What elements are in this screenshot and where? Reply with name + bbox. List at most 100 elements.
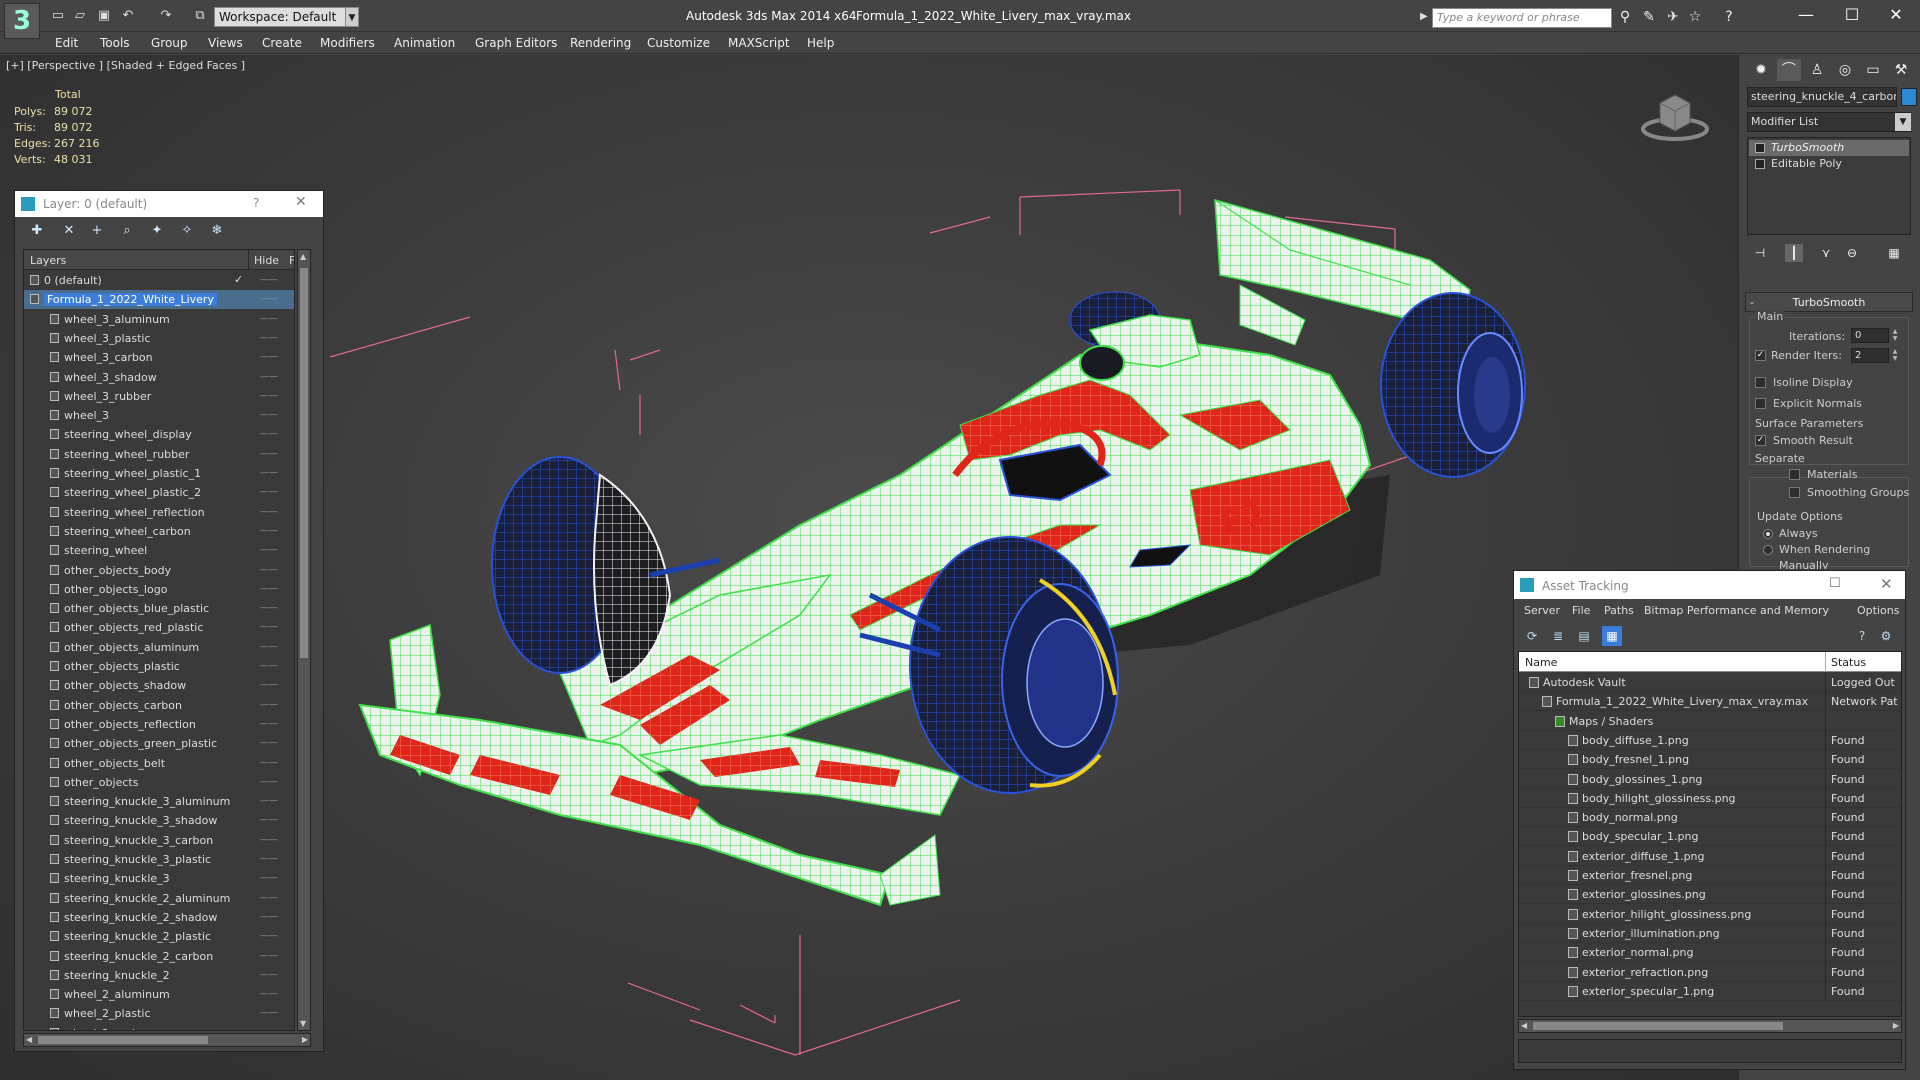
configure-sets-icon[interactable]: ▦ (1885, 244, 1903, 262)
layer-tree[interactable]: Layers Hide F 0 (default) ✓ —— Formula_1_20… (23, 249, 295, 1031)
layer-row[interactable]: steering_knuckle_3_shadow —— (24, 811, 294, 830)
layer-row[interactable]: steering_knuckle_2_carbon —— (24, 947, 294, 966)
isoline-display-checkbox[interactable] (1755, 377, 1766, 388)
layer-row[interactable]: steering_knuckle_2 —— (24, 966, 294, 985)
hide-toggle[interactable]: —— (260, 777, 278, 787)
hide-toggle[interactable]: —— (260, 680, 278, 690)
search-input[interactable]: Type a keyword or phrase (1432, 8, 1612, 28)
update-when-rendering-radio[interactable] (1763, 545, 1773, 555)
stack-item-turbosmooth[interactable]: TurboSmooth (1749, 140, 1909, 156)
hide-toggle[interactable]: —— (260, 449, 278, 459)
asset-menu-paths[interactable]: Paths (1604, 604, 1634, 617)
spinner-arrows-icon[interactable]: ▲ ▼ (1891, 348, 1899, 363)
asset-menu-options[interactable]: Options (1857, 604, 1899, 617)
asset-row[interactable]: exterior_normal.png Found (1519, 943, 1901, 963)
layer-row[interactable]: steering_wheel_display —— (24, 425, 294, 444)
bulb-icon[interactable] (1755, 143, 1765, 153)
hide-toggle[interactable]: —— (260, 758, 278, 768)
asset-row[interactable]: body_normal.png Found (1519, 808, 1901, 828)
hide-toggle[interactable]: —— (260, 468, 278, 478)
make-unique-icon[interactable]: ⋎ (1817, 244, 1835, 262)
hide-toggle[interactable]: —— (260, 661, 278, 671)
create-tab-icon[interactable]: ✹ (1749, 59, 1773, 81)
menu-create[interactable]: Create (262, 36, 302, 50)
column-status[interactable]: Status (1831, 656, 1866, 669)
layer-row[interactable]: Formula_1_2022_White_Livery —— (24, 290, 294, 310)
asset-table[interactable]: Name Status Autodesk Vault Logged Out Form… (1518, 651, 1902, 1017)
asset-row[interactable]: exterior_glossines.png Found (1519, 885, 1901, 905)
column-freeze[interactable]: F (289, 254, 294, 267)
menu-graph-editors[interactable]: Graph Editors (475, 36, 557, 50)
maximize-button[interactable]: ☐ (1832, 4, 1872, 26)
binoculars-icon[interactable]: ⚲ (1616, 9, 1634, 25)
layer-row[interactable]: steering_knuckle_3_carbon —— (24, 831, 294, 850)
asset-row[interactable]: exterior_refraction.png Found (1519, 962, 1901, 982)
column-layers[interactable]: Layers (30, 254, 66, 267)
refresh-icon[interactable]: ⟳ (1522, 626, 1542, 646)
hide-toggle[interactable]: —— (260, 314, 278, 324)
iterations-spinner[interactable]: 0 (1851, 328, 1889, 343)
layer-row[interactable]: other_objects_blue_plastic —— (24, 599, 294, 618)
layer-row[interactable]: steering_wheel —— (24, 541, 294, 560)
hide-toggle[interactable]: —— (260, 796, 278, 806)
asset-row[interactable]: body_glossines_1.png Found (1519, 769, 1901, 789)
hide-toggle[interactable]: —— (260, 912, 278, 922)
hide-toggle[interactable]: —— (260, 873, 278, 883)
layer-row[interactable]: wheel_2_aluminum —— (24, 985, 294, 1004)
layer-row[interactable]: other_objects_shadow —— (24, 676, 294, 695)
menu-rendering[interactable]: Rendering (570, 36, 631, 50)
layer-row[interactable]: other_objects_plastic —— (24, 657, 294, 676)
select-layer-objects-icon[interactable]: ⌕ (117, 222, 137, 240)
smoothing-groups-checkbox[interactable] (1789, 487, 1800, 498)
scroll-thumb[interactable] (1533, 1022, 1783, 1030)
chevron-down-icon[interactable]: ▼ (1895, 113, 1911, 131)
hide-toggle[interactable]: —— (260, 989, 278, 999)
pin-stack-icon[interactable]: ⊣ (1751, 244, 1769, 262)
menu-customize[interactable]: Customize (647, 36, 710, 50)
render-iters-checkbox[interactable]: ✓ (1755, 350, 1766, 361)
layer-row[interactable]: wheel_3 —— (24, 406, 294, 425)
viewport-label[interactable]: [+] [Perspective ] [Shaded + Edged Faces… (6, 59, 245, 72)
render-iters-spinner[interactable]: 2 (1851, 348, 1889, 363)
explicit-normals-checkbox[interactable] (1755, 398, 1766, 409)
hide-toggle[interactable]: —— (260, 1008, 278, 1018)
save-file-icon[interactable]: ▣ (96, 8, 112, 24)
minimize-button[interactable]: — (1786, 4, 1826, 26)
scroll-left-icon[interactable]: ◀ (1521, 1021, 1527, 1030)
hide-toggle[interactable]: —— (260, 931, 278, 941)
hide-toggle[interactable]: —— (260, 352, 278, 362)
hide-toggle[interactable]: —— (260, 294, 278, 304)
asset-row[interactable]: exterior_hilight_glossiness.png Found (1519, 904, 1901, 924)
remove-modifier-icon[interactable]: ⊖ (1843, 244, 1861, 262)
asset-row[interactable]: exterior_specular_1.png Found (1519, 981, 1901, 1001)
hide-toggle[interactable]: —— (260, 526, 278, 536)
menu-group[interactable]: Group (151, 36, 188, 50)
menu-edit[interactable]: Edit (55, 36, 78, 50)
layer-row[interactable]: steering_knuckle_3_aluminum —— (24, 792, 294, 811)
scroll-thumb[interactable] (300, 268, 308, 658)
layer-row[interactable]: wheel_3_plastic —— (24, 329, 294, 348)
hide-toggle[interactable]: —— (260, 372, 278, 382)
asset-row[interactable]: Autodesk Vault Logged Out (1519, 673, 1901, 692)
layer-row[interactable]: other_objects_body —— (24, 561, 294, 580)
hide-toggle[interactable]: —— (260, 410, 278, 420)
hide-toggle[interactable]: —— (260, 565, 278, 575)
layer-row[interactable]: steering_knuckle_2_aluminum —— (24, 889, 294, 908)
layer-row[interactable]: other_objects —— (24, 773, 294, 792)
layer-row[interactable]: wheel_3_shadow —— (24, 368, 294, 387)
layer-row[interactable]: steering_knuckle_3_plastic —— (24, 850, 294, 869)
scroll-thumb[interactable] (38, 1036, 208, 1044)
add-to-layer-icon[interactable]: + (87, 222, 107, 240)
hide-toggle[interactable]: —— (260, 642, 278, 652)
asset-row[interactable]: body_fresnel_1.png Found (1519, 750, 1901, 770)
asset-horizontal-scrollbar[interactable]: ◀ ▶ (1518, 1019, 1902, 1033)
asset-row[interactable]: Formula_1_2022_White_Livery_max_vray.max… (1519, 692, 1901, 712)
layer-row[interactable]: other_objects_green_plastic —— (24, 734, 294, 753)
asset-row[interactable]: body_diffuse_1.png Found (1519, 730, 1901, 750)
create-layer-icon[interactable]: ✚ (27, 222, 47, 240)
layer-row[interactable]: other_objects_logo —— (24, 580, 294, 599)
new-file-icon[interactable]: ▭ (50, 8, 66, 24)
hierarchy-tab-icon[interactable]: ♙ (1805, 59, 1829, 81)
layer-row[interactable]: 0 (default) ✓ —— (24, 271, 294, 290)
column-name[interactable]: Name (1525, 656, 1557, 669)
